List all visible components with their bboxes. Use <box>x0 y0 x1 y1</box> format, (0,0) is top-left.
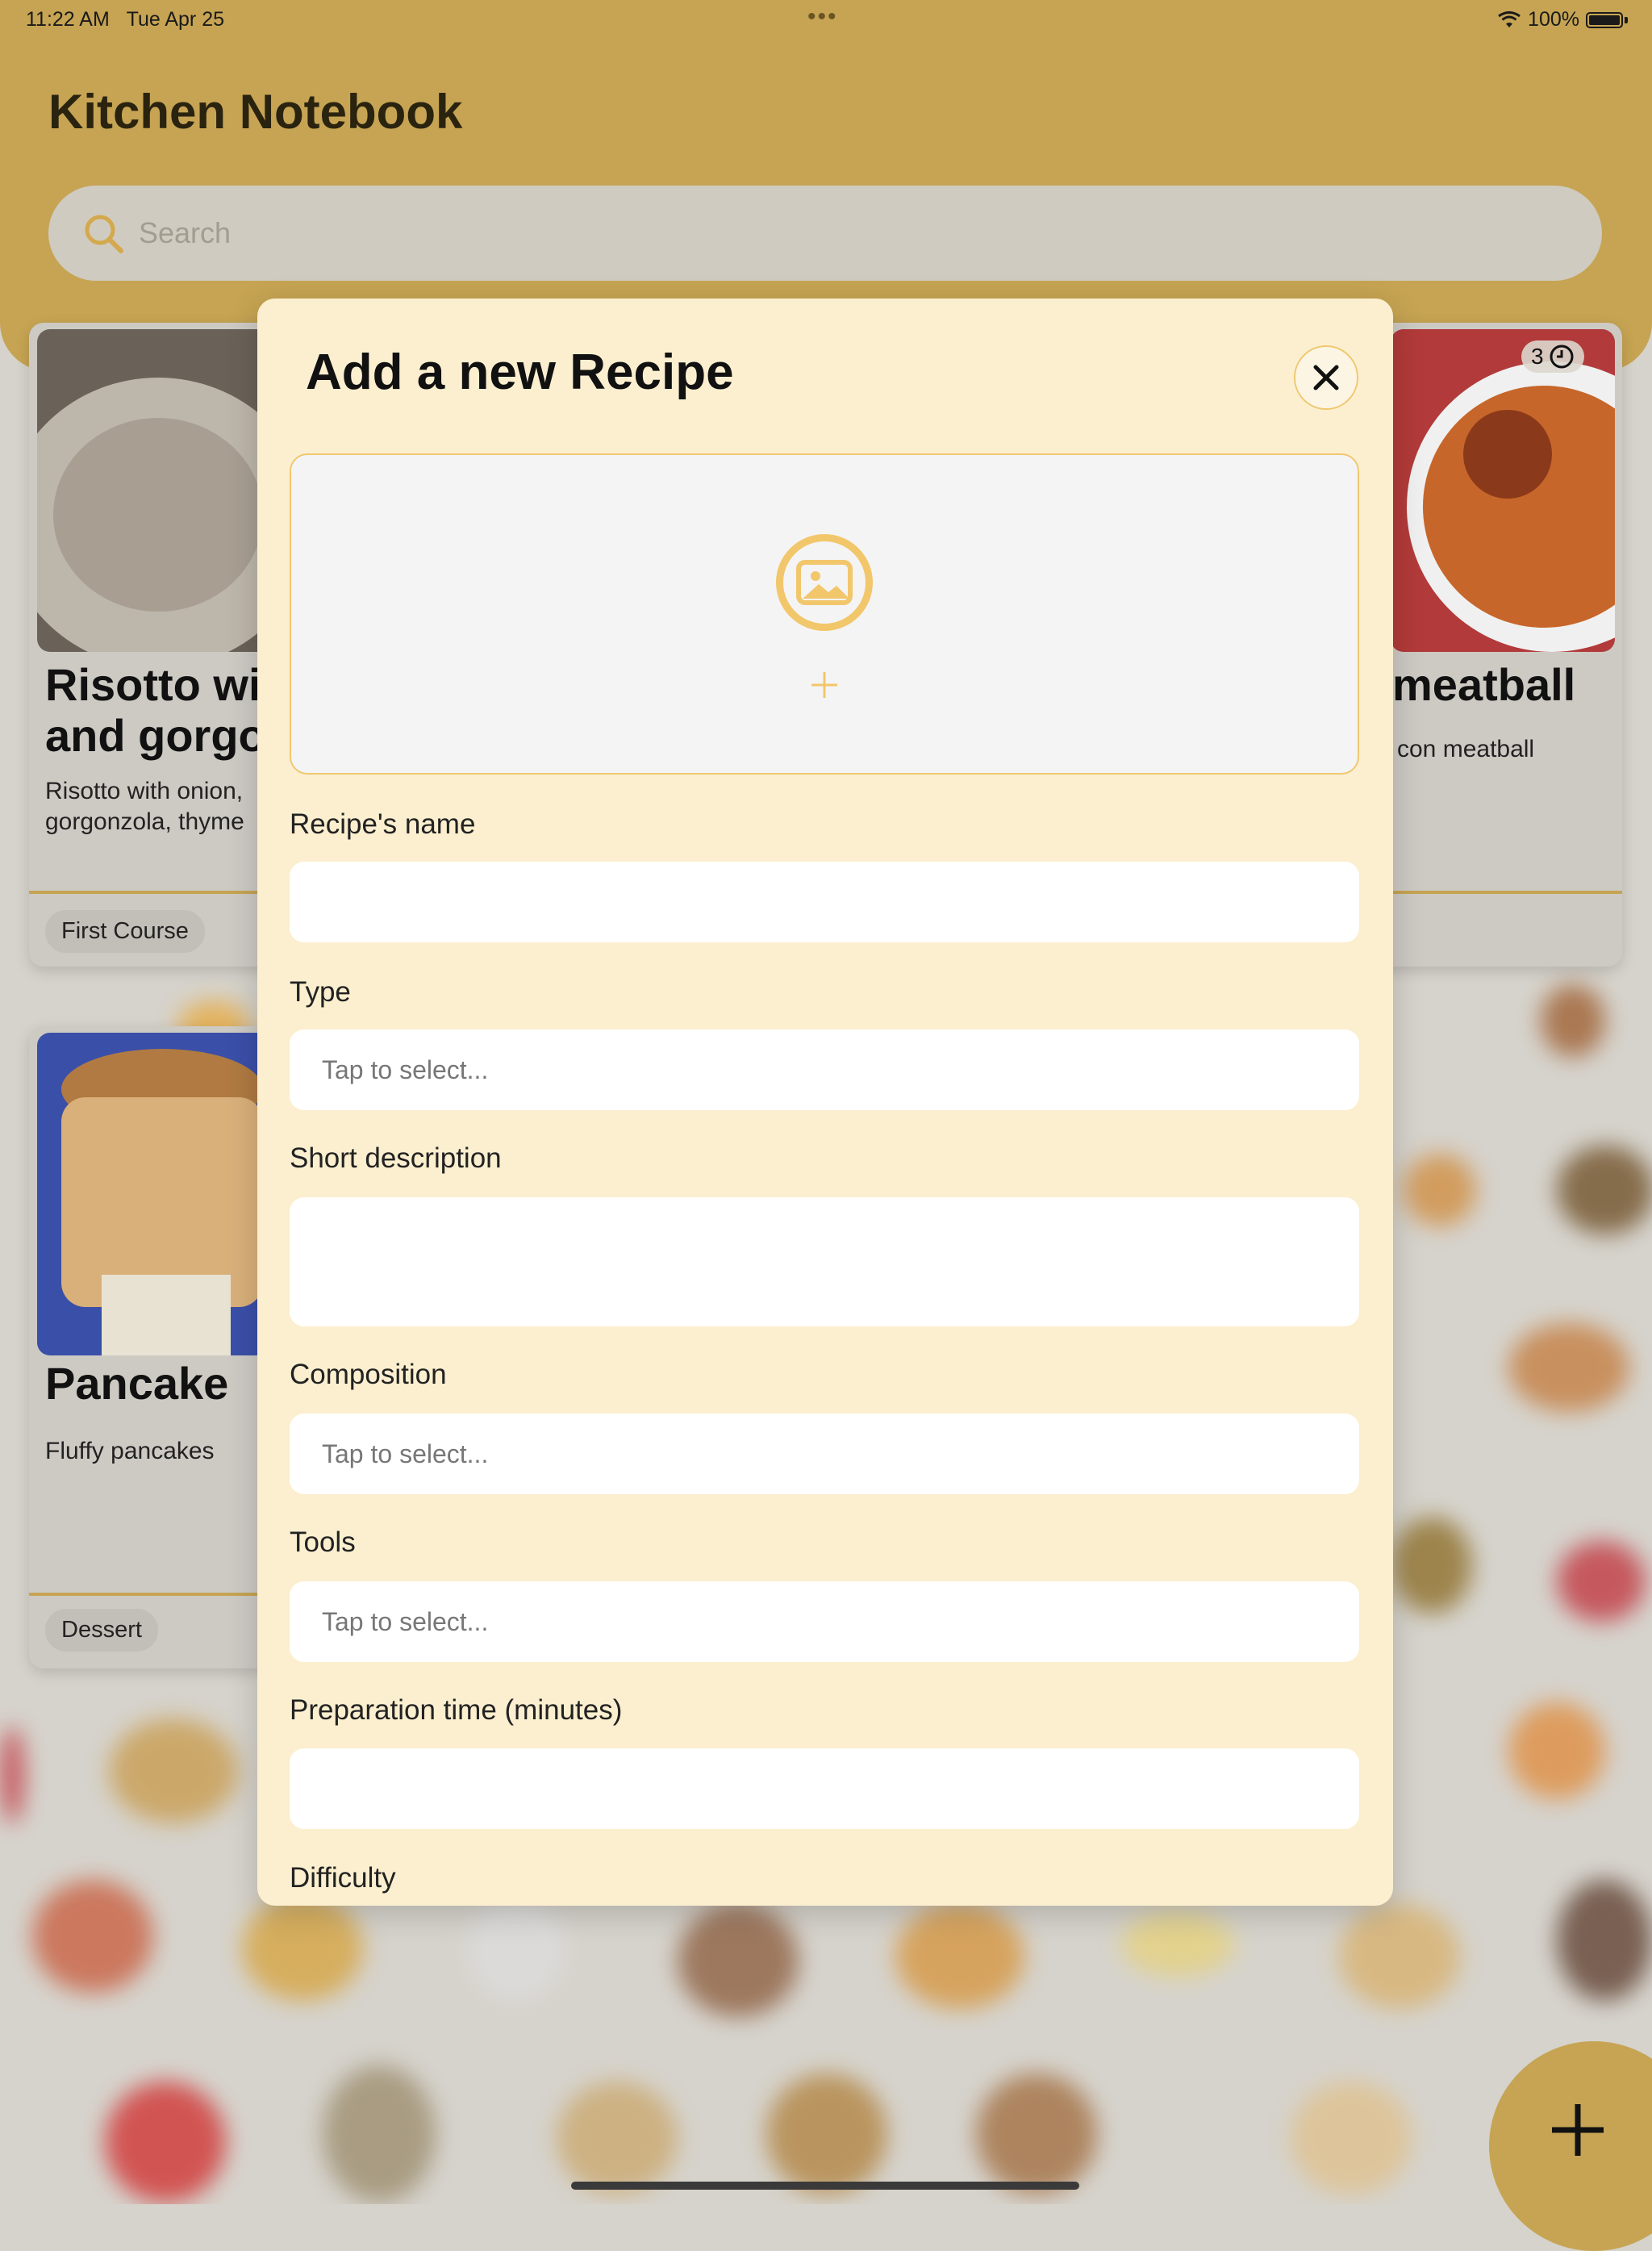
composition-label: Composition <box>290 1359 447 1390</box>
recipe-name-label: Recipe's name <box>290 808 476 840</box>
recipe-title: Risotto wit and gorgo <box>45 659 277 761</box>
type-select[interactable]: Tap to select... <box>290 1029 1359 1110</box>
plus-icon <box>1552 2104 1604 2156</box>
app-title: Kitchen Notebook <box>48 85 463 139</box>
recipe-card-pancake[interactable]: Pancake Fluffy pancakes Dessert <box>29 1026 271 1668</box>
status-time: 11:22 AM Tue Apr 25 <box>26 8 224 31</box>
battery-tip <box>1625 16 1628 23</box>
tools-label: Tools <box>290 1526 356 1558</box>
home-indicator <box>571 2182 1079 2190</box>
close-button[interactable] <box>1294 345 1358 410</box>
description-field[interactable] <box>290 1197 1359 1326</box>
clock-icon <box>1550 345 1574 369</box>
prep-time-value: 3 <box>1531 344 1544 369</box>
status-indicators: 100% <box>1497 8 1628 31</box>
recipe-image-meatball <box>1391 329 1615 652</box>
recipe-image <box>37 329 279 652</box>
plus-icon <box>811 672 837 698</box>
recipe-description: Fluffy pancakes <box>45 1438 215 1464</box>
battery-icon <box>1586 11 1623 28</box>
composition-select[interactable]: Tap to select... <box>290 1414 1359 1494</box>
tools-select[interactable]: Tap to select... <box>290 1581 1359 1662</box>
modal-title: Add a new Recipe <box>306 345 734 400</box>
prep-time-badge: 3 <box>1521 340 1584 373</box>
battery-percent: 100% <box>1528 8 1579 31</box>
recipe-description: Risotto with onion, gorgonzola, thyme <box>45 778 244 835</box>
wifi-icon <box>1498 10 1521 27</box>
tools-placeholder: Tap to select... <box>322 1606 489 1636</box>
recipe-image <box>37 1033 271 1355</box>
image-icon <box>776 534 873 631</box>
close-icon <box>1313 365 1339 390</box>
status-bar: 11:22 AM Tue Apr 25 ••• 100% <box>0 0 1652 39</box>
image-picker[interactable] <box>290 453 1359 775</box>
recipe-type-tag: First Course <box>45 910 205 953</box>
recipe-title: Pancake <box>45 1358 229 1409</box>
search-placeholder: Search <box>139 216 232 249</box>
recipe-title-meatball: meatball <box>1392 659 1576 710</box>
search-icon <box>85 215 123 253</box>
composition-placeholder: Tap to select... <box>322 1439 489 1468</box>
recipe-type-tag: Dessert <box>45 1609 158 1652</box>
multitasking-dots[interactable]: ••• <box>807 3 838 31</box>
description-label: Short description <box>290 1142 502 1174</box>
add-recipe-modal: Add a new Recipe Recipe's name Type Tap … <box>257 299 1393 1906</box>
recipe-description-meatball: con meatball <box>1397 736 1535 762</box>
difficulty-label: Difficulty <box>290 1862 396 1894</box>
recipe-name-field[interactable] <box>290 862 1359 942</box>
prep-time-label: Preparation time (minutes) <box>290 1694 623 1726</box>
type-label: Type <box>290 976 351 1008</box>
prep-time-field[interactable] <box>290 1748 1359 1829</box>
type-placeholder: Tap to select... <box>322 1055 489 1084</box>
search-input[interactable]: Search <box>48 186 1602 281</box>
card-divider <box>29 1593 271 1596</box>
